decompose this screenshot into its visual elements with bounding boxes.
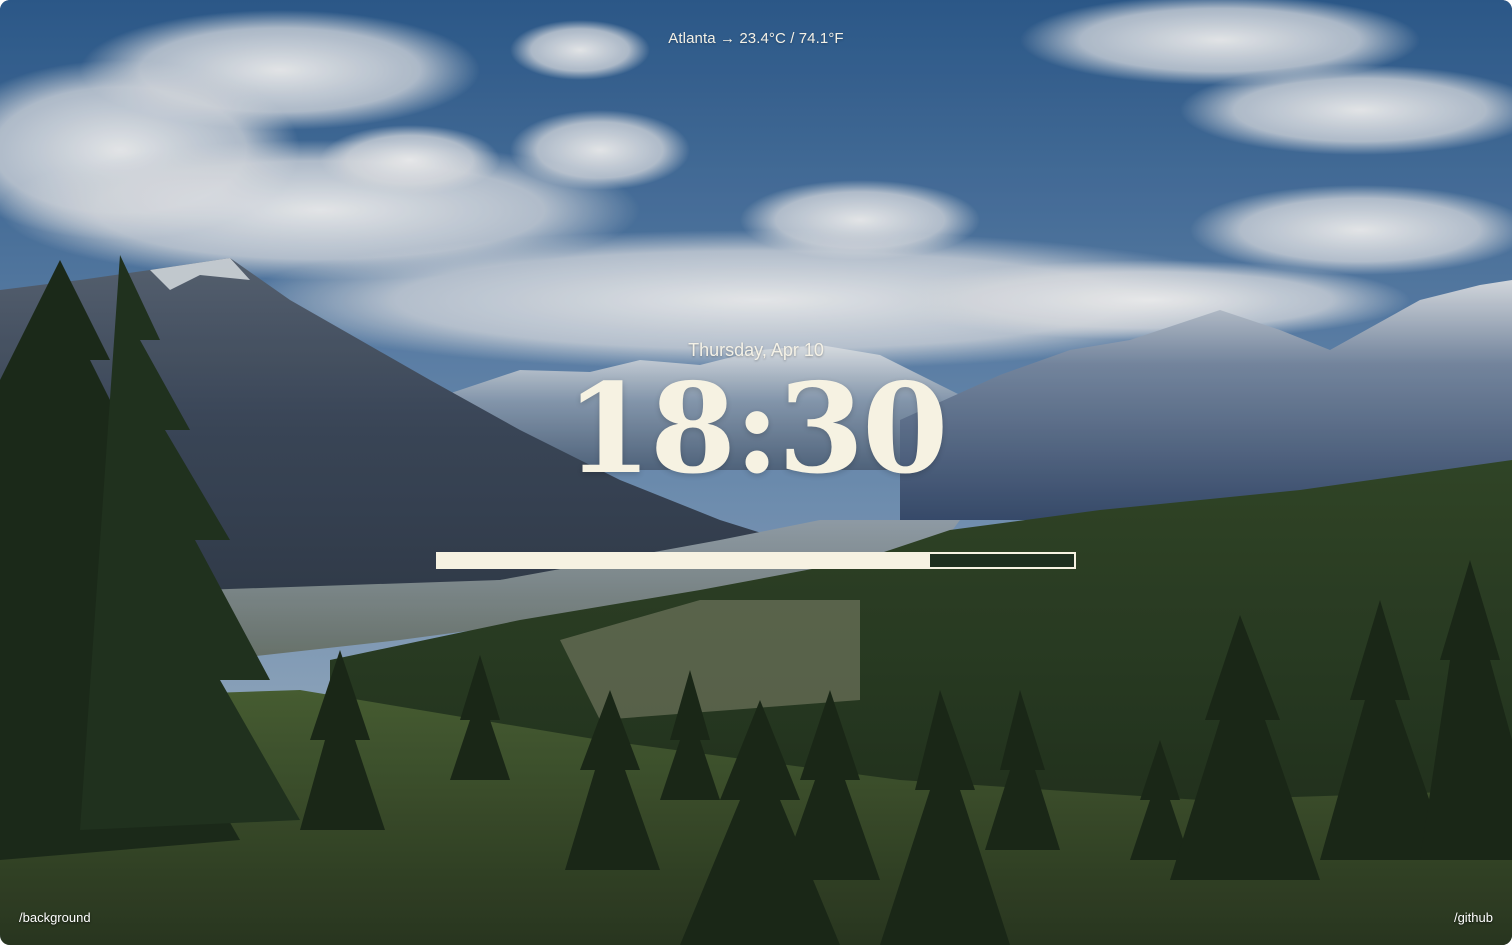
time-display: 18:30 [565, 357, 949, 502]
github-link[interactable]: /github [1454, 910, 1493, 925]
background-link[interactable]: /background [19, 910, 91, 925]
day-progress-fill [438, 554, 930, 567]
day-progress-bar [436, 552, 1076, 569]
clock-panel: Thursday, Apr 10 18:30 [0, 338, 1512, 496]
weather-readout: Atlanta → 23.4°C / 74.1°F [668, 30, 844, 47]
new-tab-page: Atlanta → 23.4°C / 74.1°F Thursday, Apr … [0, 0, 1512, 945]
